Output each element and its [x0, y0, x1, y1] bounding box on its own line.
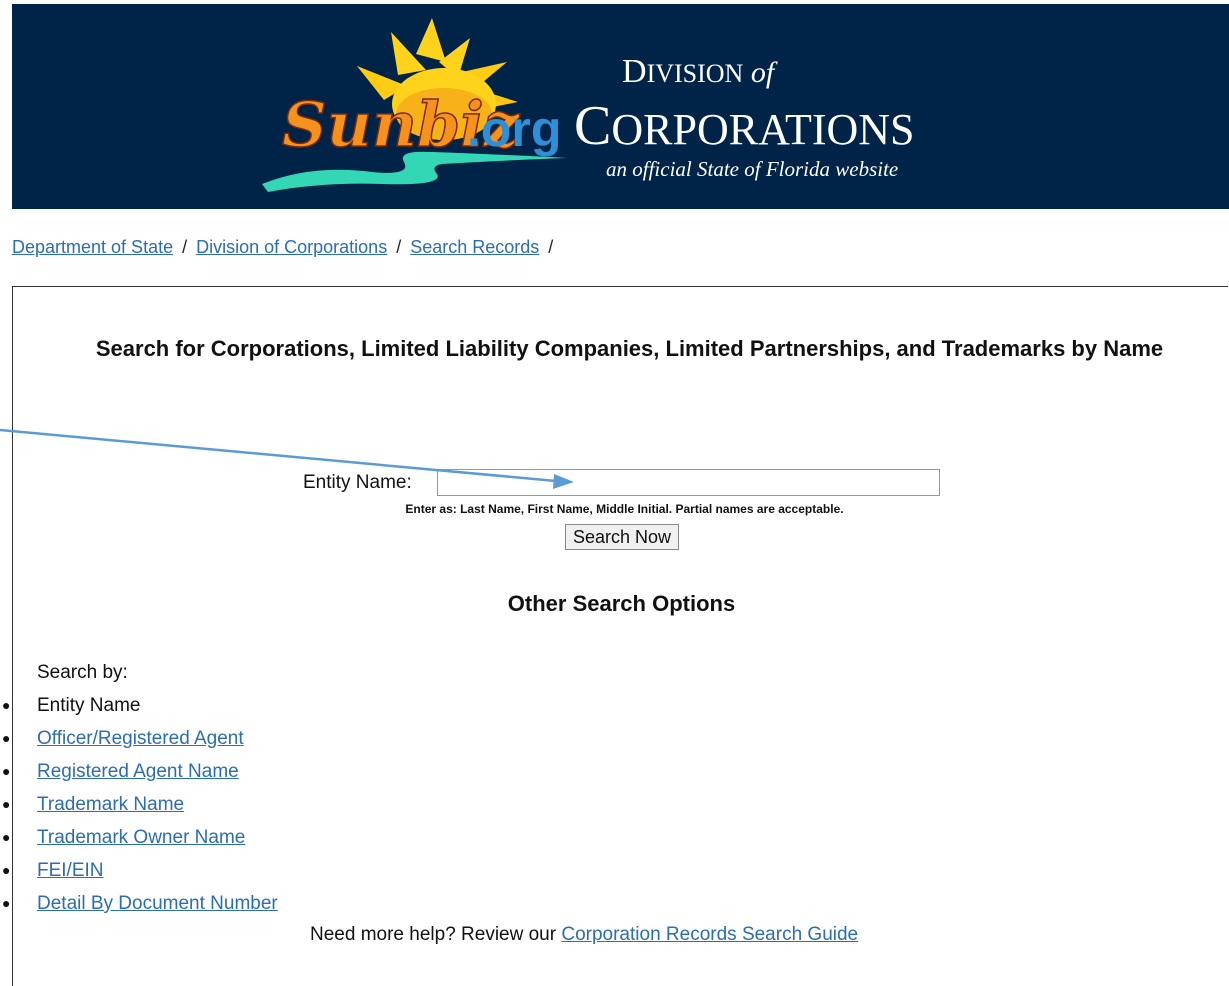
page-title-text: Search for Corporations, Limited Liabili… — [95, 336, 1164, 361]
bullet-icon: ● — [2, 829, 11, 845]
list-item: ● Officer/Registered Agent — [0, 722, 278, 755]
bullet-icon: ● — [2, 796, 11, 812]
breadcrumb-division-of-corporations[interactable]: Division of Corporations — [196, 237, 387, 257]
breadcrumb-separator: / — [182, 237, 188, 257]
breadcrumb-search-records[interactable]: Search Records — [410, 237, 539, 257]
list-item: ● Trademark Owner Name — [0, 821, 278, 854]
bullet-icon: ● — [2, 697, 11, 713]
breadcrumb-separator: / — [396, 237, 402, 257]
page-title: Search for Corporations, Limited Liabili… — [0, 332, 1229, 366]
sunbiz-logo[interactable]: Sunbiz .org DIVISION of CORPORATIONS an … — [12, 4, 1229, 209]
other-search-options-heading: Other Search Options — [507, 591, 736, 616]
entity-name-hint: Enter as: Last Name, First Name, Middle … — [405, 502, 844, 516]
list-item: ● FEI/EIN — [0, 854, 278, 887]
logo-dot-org: .org — [467, 101, 561, 157]
option-entity-name: Entity Name — [37, 695, 141, 716]
list-item: ● Trademark Name — [0, 788, 278, 821]
tagline-text: an official State of Florida website — [606, 157, 898, 181]
bullet-icon: ● — [2, 862, 11, 878]
site-header-banner: Sunbiz .org DIVISION of CORPORATIONS an … — [12, 4, 1229, 209]
help-prefix: Need more help? Review our — [310, 924, 557, 945]
option-trademark-name-link[interactable]: Trademark Name — [37, 794, 184, 815]
option-officer-registered-agent-link[interactable]: Officer/Registered Agent — [37, 728, 244, 749]
option-registered-agent-name-link[interactable]: Registered Agent Name — [37, 761, 239, 782]
list-item: ● Entity Name — [0, 689, 278, 722]
breadcrumb: Department of State / Division of Corporat… — [12, 237, 562, 258]
list-item: ● Detail By Document Number — [0, 887, 278, 920]
search-guide-link[interactable]: Corporation Records Search Guide — [561, 924, 858, 945]
option-fei-ein-link[interactable]: FEI/EIN — [37, 860, 104, 881]
bullet-icon: ● — [2, 730, 11, 746]
breadcrumb-separator: / — [548, 237, 554, 257]
search-by-label: Search by: — [37, 662, 128, 683]
search-now-button[interactable]: Search Now — [565, 524, 679, 550]
search-options-list: ● Entity Name ● Officer/Registered Agent ●… — [0, 689, 278, 920]
entity-name-input[interactable] — [437, 469, 940, 496]
list-item: ● Registered Agent Name — [0, 755, 278, 788]
breadcrumb-department-of-state[interactable]: Department of State — [12, 237, 173, 257]
option-detail-by-document-number-link[interactable]: Detail By Document Number — [37, 893, 278, 914]
bullet-icon: ● — [2, 763, 11, 779]
entity-name-label: Entity Name: — [303, 472, 412, 493]
corporations-text: CORPORATIONS — [574, 95, 915, 157]
division-of-text: DIVISION of — [622, 53, 778, 90]
bullet-icon: ● — [2, 895, 11, 911]
help-text: Need more help? Review our Corporation R… — [310, 924, 858, 946]
option-trademark-owner-name-link[interactable]: Trademark Owner Name — [37, 827, 245, 848]
